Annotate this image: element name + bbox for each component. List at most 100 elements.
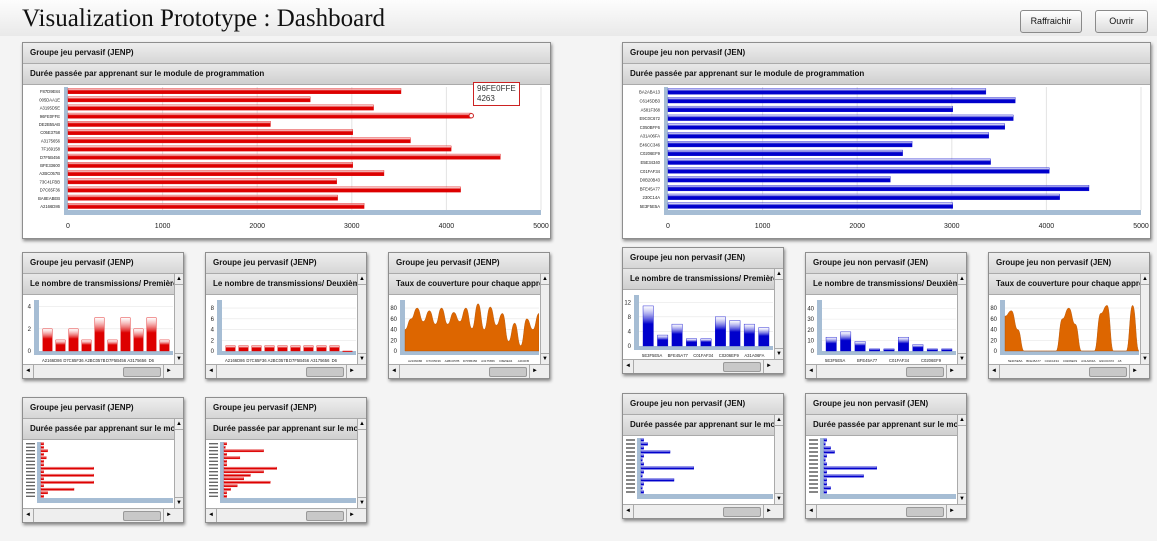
y-tick-label: A3195D5E	[40, 106, 60, 111]
bar	[823, 470, 827, 474]
vertical-scrollbar[interactable]: ▲ ▼	[174, 274, 183, 364]
scroll-left-arrow-icon[interactable]: ◄	[206, 365, 217, 378]
scroll-right-arrow-icon[interactable]: ►	[529, 365, 540, 378]
vertical-scrollbar[interactable]: ▲ ▼	[1140, 274, 1149, 364]
scrollbar-thumb[interactable]	[1089, 367, 1127, 377]
scrollbar-thumb[interactable]	[723, 362, 761, 372]
scroll-right-arrow-icon[interactable]: ►	[946, 365, 957, 378]
scroll-right-arrow-icon[interactable]: ►	[346, 509, 357, 522]
horizontal-scrollbar[interactable]: ◄ ►	[623, 359, 783, 373]
scroll-down-arrow-icon[interactable]: ▼	[958, 353, 966, 364]
y-tick-label-mark	[209, 478, 218, 480]
scroll-up-arrow-icon[interactable]: ▲	[358, 274, 366, 285]
panel-title: Groupe jeu pervasif (JENP)	[206, 398, 366, 419]
vertical-scrollbar[interactable]: ▲ ▼	[174, 419, 183, 508]
y-tick-label: BFE33600	[40, 163, 60, 168]
scroll-up-arrow-icon[interactable]: ▲	[775, 269, 783, 280]
scroll-right-arrow-icon[interactable]: ►	[946, 505, 957, 518]
scroll-down-arrow-icon[interactable]: ▼	[958, 493, 966, 504]
scrollbar-thumb[interactable]	[306, 511, 344, 521]
scrollbar-thumb[interactable]	[306, 367, 344, 377]
vertical-scrollbar[interactable]: ▲ ▼	[957, 415, 966, 504]
horizontal-scrollbar[interactable]: ◄ ►	[389, 364, 549, 378]
scroll-right-arrow-icon[interactable]: ►	[1129, 365, 1140, 378]
y-tick-label-mark	[626, 467, 635, 469]
horizontal-scrollbar[interactable]: ◄ ►	[623, 504, 783, 518]
scroll-right-arrow-icon[interactable]: ►	[346, 365, 357, 378]
x-tick-label: 0	[666, 223, 670, 230]
y-tick-label: F87D9E84	[40, 89, 61, 94]
horizontal-scrollbar[interactable]: ◄ ►	[806, 504, 966, 518]
scroll-left-arrow-icon[interactable]: ◄	[623, 505, 634, 518]
y-tick-label-mark	[626, 443, 635, 445]
coverage-chart: 0 20 40 60 80 5E3F5E5A BFE45A77 C01FAF34 C0206EF…	[990, 300, 1139, 363]
panel-jen-coverage: Groupe jeu non pervasif (JEN) Taux de co…	[988, 252, 1150, 379]
scroll-right-arrow-icon[interactable]: ►	[163, 365, 174, 378]
scroll-left-arrow-icon[interactable]: ◄	[806, 365, 817, 378]
scroll-right-arrow-icon[interactable]: ►	[763, 360, 774, 373]
scroll-left-arrow-icon[interactable]: ◄	[623, 360, 634, 373]
scroll-right-arrow-icon[interactable]: ►	[763, 505, 774, 518]
data-tooltip: 96FE0FFE 4263	[473, 82, 520, 106]
y-tick-label: 0	[628, 344, 632, 350]
scroll-up-arrow-icon[interactable]: ▲	[175, 419, 183, 430]
bar	[264, 345, 275, 352]
scrollbar-thumb[interactable]	[123, 367, 161, 377]
scrollbar-thumb[interactable]	[123, 511, 161, 521]
chart-plot: 0 1000 2000 3000 4000 5000 BA2ABA13 C6145DB3 A58…	[623, 85, 1150, 238]
y-tick-label: 40	[990, 328, 997, 334]
scroll-left-arrow-icon[interactable]: ◄	[23, 365, 34, 378]
horizontal-scrollbar[interactable]: ◄ ►	[806, 364, 966, 378]
scroll-down-arrow-icon[interactable]: ▼	[775, 348, 783, 359]
scrollbar-thumb[interactable]	[723, 507, 761, 517]
x-axis-strip	[820, 494, 956, 499]
vertical-scrollbar[interactable]: ▲ ▼	[957, 274, 966, 364]
scroll-left-arrow-icon[interactable]: ◄	[23, 509, 34, 522]
y-tick-label: 4	[211, 328, 215, 334]
refresh-button[interactable]: Raffraichir	[1020, 10, 1082, 33]
horizontal-scrollbar[interactable]: ◄ ►	[989, 364, 1149, 378]
y-tick-label-mark	[26, 450, 35, 452]
scroll-down-arrow-icon[interactable]: ▼	[358, 353, 366, 364]
bar	[825, 336, 837, 352]
scroll-up-arrow-icon[interactable]: ▲	[775, 415, 783, 426]
bar	[225, 345, 236, 352]
vertical-scrollbar[interactable]: ▲ ▼	[357, 274, 366, 364]
y-tick-label-mark	[626, 487, 635, 489]
scroll-up-arrow-icon[interactable]: ▲	[958, 274, 966, 285]
bar	[667, 123, 1005, 130]
bar	[667, 114, 1014, 121]
horizontal-scrollbar[interactable]: ◄ ►	[206, 508, 366, 522]
scroll-up-arrow-icon[interactable]: ▲	[358, 419, 366, 430]
scroll-up-arrow-icon[interactable]: ▲	[541, 274, 549, 285]
scroll-down-arrow-icon[interactable]: ▼	[175, 497, 183, 508]
horizontal-scrollbar[interactable]: ◄ ►	[23, 508, 183, 522]
scrollbar-thumb[interactable]	[906, 507, 944, 517]
scroll-down-arrow-icon[interactable]: ▼	[541, 353, 549, 364]
scrollbar-thumb[interactable]	[906, 367, 944, 377]
scroll-left-arrow-icon[interactable]: ◄	[989, 365, 1000, 378]
vertical-scrollbar[interactable]: ▲ ▼	[774, 269, 783, 359]
horizontal-scrollbar[interactable]: ◄ ►	[23, 364, 183, 378]
scroll-up-arrow-icon[interactable]: ▲	[958, 415, 966, 426]
y-tick-label-mark	[26, 467, 35, 469]
open-button[interactable]: Ouvrir	[1095, 10, 1148, 33]
scroll-down-arrow-icon[interactable]: ▼	[1141, 353, 1149, 364]
scroll-up-arrow-icon[interactable]: ▲	[175, 274, 183, 285]
scrollbar-thumb[interactable]	[489, 367, 527, 377]
bar	[640, 438, 644, 442]
vertical-scrollbar[interactable]: ▲ ▼	[357, 419, 366, 508]
scroll-down-arrow-icon[interactable]: ▼	[358, 497, 366, 508]
vertical-scrollbar[interactable]: ▲ ▼	[540, 274, 549, 364]
scroll-left-arrow-icon[interactable]: ◄	[389, 365, 400, 378]
bar	[40, 477, 44, 481]
scroll-left-arrow-icon[interactable]: ◄	[206, 509, 217, 522]
scroll-down-arrow-icon[interactable]: ▼	[775, 493, 783, 504]
horizontal-scrollbar[interactable]: ◄ ►	[206, 364, 366, 378]
scroll-up-arrow-icon[interactable]: ▲	[1141, 274, 1149, 285]
vertical-scrollbar[interactable]: ▲ ▼	[774, 415, 783, 504]
scroll-down-arrow-icon[interactable]: ▼	[175, 353, 183, 364]
scroll-left-arrow-icon[interactable]: ◄	[806, 505, 817, 518]
bar	[223, 473, 251, 477]
scroll-right-arrow-icon[interactable]: ►	[163, 509, 174, 522]
